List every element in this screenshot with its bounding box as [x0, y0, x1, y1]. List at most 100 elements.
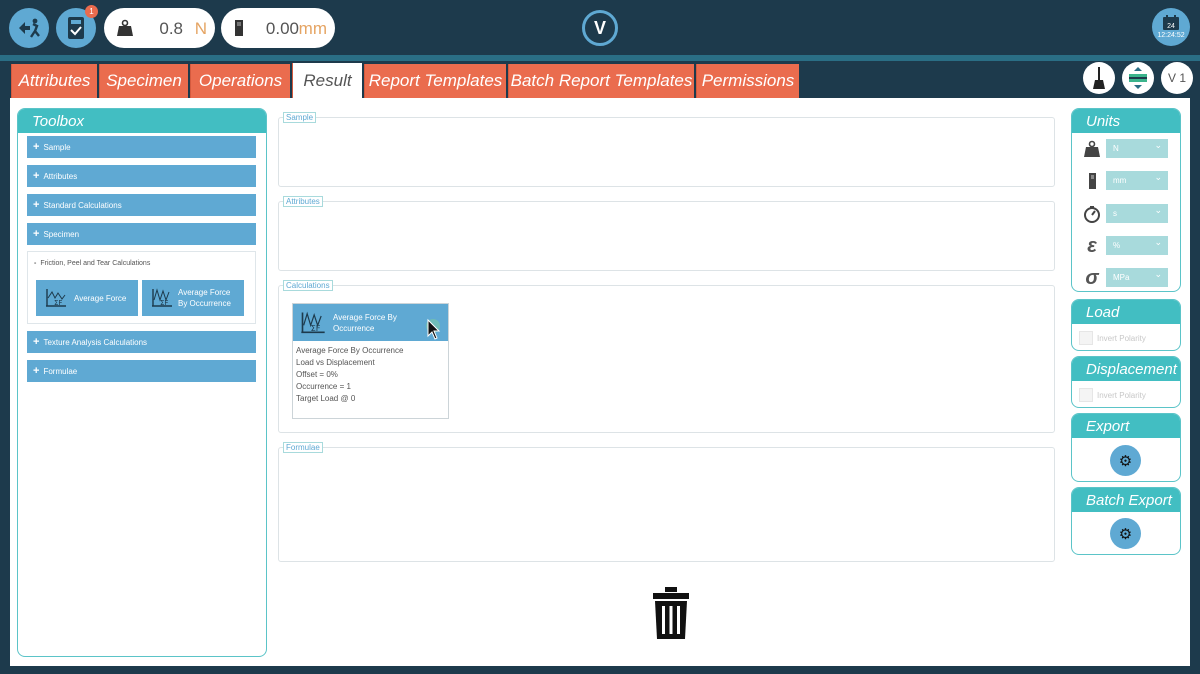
displacement-invert-checkbox[interactable] [1079, 388, 1093, 402]
gear-icon: ⚙ [1118, 525, 1133, 543]
displacement-invert-polarity[interactable]: Invert Polarity [1079, 388, 1146, 402]
toolbox-item-texture-analysis[interactable]: + Texture Analysis Calculations [27, 331, 256, 353]
tab-result[interactable]: Result [292, 63, 362, 98]
load-invert-polarity[interactable]: Invert Polarity [1079, 331, 1146, 345]
units-panel: Units [1071, 108, 1181, 292]
device-check-icon [68, 17, 84, 39]
tab-permissions[interactable]: Permissions [696, 64, 799, 98]
toolbox-item-specimen[interactable]: + Specimen [27, 223, 256, 245]
toolbox-item-label: Attributes [43, 171, 78, 181]
app-logo: V [582, 10, 618, 46]
mouse-cursor-icon [426, 318, 441, 340]
card-line: Average Force By Occurrence [296, 346, 404, 355]
load-title: Load [1072, 300, 1180, 324]
export-settings-button[interactable]: ⚙ [1110, 445, 1141, 476]
svg-text:ΣF: ΣF [311, 323, 321, 333]
notification-badge: 1 [85, 5, 98, 18]
unit-row-time: s [1081, 201, 1171, 224]
tab-attributes[interactable]: Attributes [11, 64, 97, 98]
tab-batch-report-templates[interactable]: Batch Report Templates [508, 64, 694, 98]
tab-label: Report Templates [368, 71, 503, 90]
export-title: Export [1072, 414, 1180, 438]
toolbox-item-standard-calculations[interactable]: + Standard Calculations [27, 194, 256, 216]
unit-row-strain: ε % [1081, 233, 1171, 257]
unit-row-force: N [1081, 136, 1171, 159]
version-label: V 1 [1167, 71, 1186, 85]
tab-label: Batch Report Templates [510, 71, 693, 90]
toolbox-item-label: Sample [43, 142, 71, 152]
average-force-button[interactable]: ΣF Average Force [36, 280, 138, 316]
plus-icon: + [33, 228, 40, 240]
average-force-occurrence-button[interactable]: ΣF Average Force By Occurrence [142, 280, 244, 316]
gear-icon: ⚙ [1118, 452, 1133, 470]
tab-label: Result [303, 70, 352, 90]
friction-group: - Friction, Peel and Tear Calculations ΣF… [27, 251, 256, 324]
tab-label: Specimen [106, 71, 182, 90]
timer-icon [1084, 206, 1100, 223]
card-line: Occurrence = 1 [296, 382, 351, 391]
exit-icon [19, 18, 40, 38]
load-invert-checkbox[interactable] [1079, 331, 1093, 345]
stress-unit-select[interactable]: MPa [1106, 265, 1168, 287]
tab-specimen[interactable]: Specimen [99, 64, 188, 98]
tab-report-templates[interactable]: Report Templates [364, 64, 506, 98]
plus-icon: + [33, 170, 40, 182]
friction-group-header[interactable]: - Friction, Peel and Tear Calculations [34, 260, 150, 267]
calculation-card-title: Average Force By Occurrence [333, 312, 397, 333]
strain-icon: ε [1087, 235, 1097, 257]
version-button[interactable]: V 1 [1161, 62, 1193, 94]
trash-icon[interactable] [653, 587, 689, 639]
attributes-dropzone[interactable]: Attributes [278, 196, 1055, 271]
length-unit-select[interactable]: mm [1106, 168, 1168, 190]
card-line: Target Load @ 0 [296, 394, 356, 403]
toolbox-item-label: Standard Calculations [43, 200, 122, 210]
force-readout: 0.8 N [104, 8, 215, 48]
weight-icon [1084, 140, 1100, 157]
tab-label: Permissions [701, 71, 795, 90]
exit-button[interactable] [9, 8, 49, 48]
average-force-label: Average Force [74, 293, 127, 303]
force-unit-select[interactable]: N [1106, 136, 1168, 158]
brush-button[interactable] [1083, 62, 1115, 94]
toolbox-item-label: Formulae [43, 366, 78, 376]
batch-export-title: Batch Export [1072, 488, 1180, 512]
brush-icon [1093, 67, 1105, 89]
force-graph-icon: ΣF [46, 289, 66, 307]
force-unit: N [194, 19, 207, 38]
unit-row-stress: σ MPa [1081, 265, 1171, 289]
minus-icon: - [34, 260, 37, 267]
svg-text:ΣF: ΣF [160, 299, 168, 307]
fit-button[interactable] [1122, 62, 1154, 94]
toolbox-item-sample[interactable]: + Sample [27, 136, 256, 158]
logo-mark: V [593, 17, 606, 38]
displacement-readout: 0.00 mm [221, 8, 335, 48]
sample-dropzone[interactable]: Sample [278, 112, 1055, 187]
calendar-day: 24 [1167, 23, 1175, 30]
time-unit-select[interactable]: s [1106, 201, 1168, 223]
plus-icon: + [33, 365, 40, 377]
section-label: Formulae [283, 442, 323, 453]
length-icon [235, 20, 243, 36]
toolbox-item-formulae[interactable]: + Formulae [27, 360, 256, 382]
tab-operations[interactable]: Operations [190, 64, 290, 98]
section-label: Attributes [283, 196, 323, 207]
test-device-button[interactable]: 1 [56, 5, 98, 48]
expand-vertical-icon [1129, 67, 1147, 89]
svg-text:ΣF: ΣF [54, 299, 62, 307]
card-line: Load vs Displacement [296, 358, 375, 367]
toolbox-item-attributes[interactable]: + Attributes [27, 165, 256, 187]
formulae-dropzone[interactable]: Formulae [278, 442, 1055, 562]
batch-export-settings-button[interactable]: ⚙ [1110, 518, 1141, 549]
strain-unit-select[interactable]: % [1106, 233, 1168, 255]
toolbox-item-label: Specimen [43, 229, 80, 239]
clock-button[interactable]: 24 12:24:52 [1152, 8, 1190, 46]
toolbox-item-label: Texture Analysis Calculations [43, 337, 148, 347]
toolbox-title: Toolbox [18, 109, 266, 133]
unit-row-length: mm [1081, 168, 1171, 191]
plus-icon: + [33, 199, 40, 211]
clock-time: 12:24:52 [1157, 32, 1185, 39]
friction-group-title: Friction, Peel and Tear Calculations [40, 260, 151, 267]
displacement-title: Displacement [1072, 357, 1180, 381]
stress-icon: σ [1085, 267, 1099, 289]
force-graph-icon: ΣF [301, 311, 325, 333]
